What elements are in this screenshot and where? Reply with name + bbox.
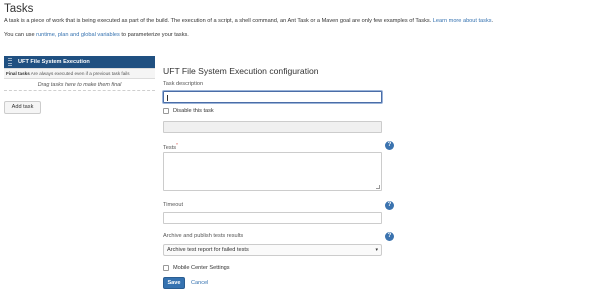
form-title: UFT File System Execution configuration: [163, 66, 319, 76]
page-title: Tasks: [4, 3, 34, 15]
required-marker: *: [176, 142, 178, 147]
archive-help-icon[interactable]: ?: [385, 232, 394, 241]
final-tasks-label: Final tasks: [6, 71, 30, 76]
disable-task-checkbox[interactable]: [163, 108, 169, 114]
variables-hint: You can use runtime, plan and global var…: [4, 32, 189, 39]
task-description-input[interactable]: [163, 91, 382, 103]
task-list: UFT File System Execution Final tasks Ar…: [4, 56, 155, 91]
drag-handle-icon[interactable]: [8, 58, 12, 66]
final-tasks-drop-zone[interactable]: Drag tasks here to make them final: [4, 79, 155, 91]
cancel-link[interactable]: Cancel: [191, 280, 208, 286]
final-tasks-header: Final tasks Are always executed even if …: [4, 68, 155, 79]
tests-help-icon[interactable]: ?: [385, 141, 394, 150]
mobile-center-row: Mobile Center Settings: [163, 265, 230, 271]
archive-select[interactable]: Archive test report for failed tests ▾: [163, 244, 382, 256]
variables-prefix: You can use: [4, 32, 35, 38]
timeout-input[interactable]: [163, 212, 382, 224]
task-configuration-form: UFT File System Execution configuration …: [163, 0, 394, 298]
tests-textarea[interactable]: [163, 152, 382, 191]
add-task-button[interactable]: Add task: [4, 101, 41, 114]
resize-handle-icon[interactable]: [376, 185, 380, 189]
learn-more-link[interactable]: Learn more about tasks: [433, 18, 492, 24]
timeout-help-icon[interactable]: ?: [385, 201, 394, 210]
task-description-label: Task description: [163, 81, 204, 87]
save-button[interactable]: Save: [163, 277, 185, 289]
archive-selected-value: Archive test report for failed tests: [167, 247, 249, 253]
task-item-label: UFT File System Execution: [18, 59, 90, 65]
timeout-label: Timeout: [163, 202, 183, 208]
runtime-variables-link[interactable]: runtime, plan and global variables: [36, 32, 120, 38]
archive-label: Archive and publish tests results: [163, 233, 244, 239]
mobile-center-label: Mobile Center Settings: [173, 265, 230, 271]
dropdown-arrow-icon: ▾: [375, 247, 378, 253]
final-tasks-hint: Are always executed even if a previous t…: [30, 71, 130, 76]
tests-label: Tests*: [163, 142, 178, 151]
disable-task-label: Disable this task: [173, 108, 214, 114]
task-item-uft-file-system-execution[interactable]: UFT File System Execution: [4, 56, 155, 68]
mobile-center-checkbox[interactable]: [163, 265, 169, 271]
disable-task-row: Disable this task: [163, 108, 214, 114]
disabled-field: [163, 121, 382, 133]
text-caret: [167, 95, 168, 101]
